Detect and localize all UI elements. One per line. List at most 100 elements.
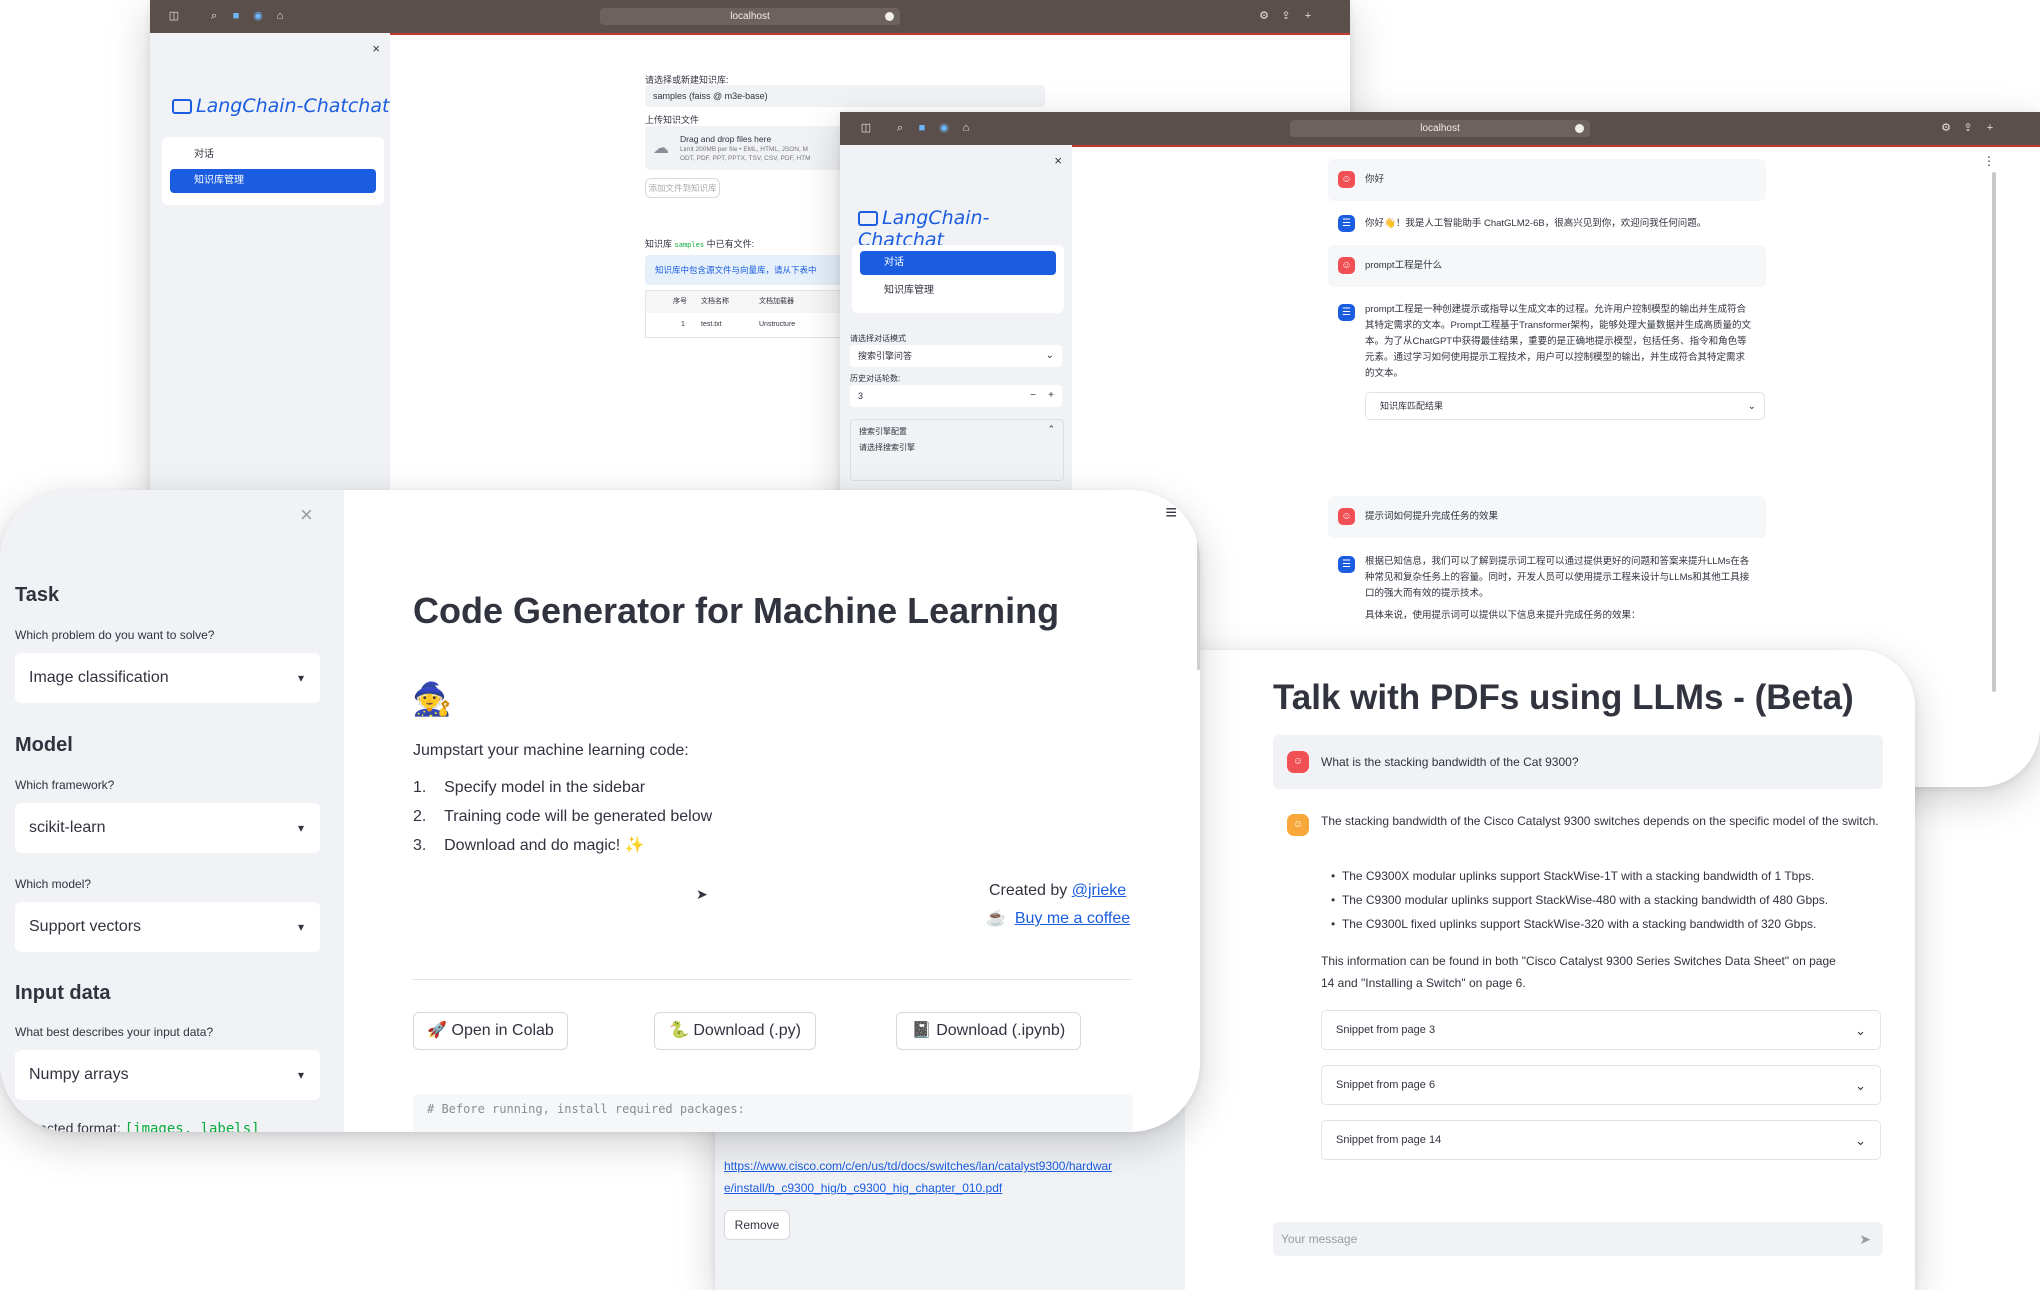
- snippet-expander[interactable]: Snippet from page 14 ⌄: [1321, 1120, 1881, 1160]
- bullet-item: • The C9300 modular uplinks support Stac…: [1321, 893, 1829, 907]
- message-line: 种常见和复杂任务上的容量。同时，开发人员可以使用提示工程来设计与LLMs和其他工…: [1365, 572, 1750, 583]
- author-link[interactable]: @jrieke: [1072, 882, 1126, 899]
- source-link-line1[interactable]: https://www.cisco.com/c/en/us/td/docs/sw…: [724, 1155, 1112, 1177]
- close-icon[interactable]: ×: [372, 41, 380, 56]
- message-line: prompt工程是一种创建提示或指导以生成文本的过程。允许用户控制模型的输出并生…: [1365, 304, 1747, 315]
- extension-icon[interactable]: ■: [916, 122, 928, 134]
- reload-icon[interactable]: [1575, 124, 1584, 133]
- plus-icon[interactable]: +: [1048, 385, 1054, 407]
- chat-message-bot: ☰ prompt工程是一种创建提示或指导以生成文本的过程。允许用户控制模型的输出…: [1328, 292, 1766, 462]
- main-panel: Talk with PDFs using LLMs - (Beta) ☺ Wha…: [1185, 650, 1915, 1290]
- nav-item-chat[interactable]: 对话: [860, 251, 1056, 275]
- menu-icon[interactable]: ⋮: [1983, 154, 1995, 168]
- new-tab-icon[interactable]: +: [1984, 122, 1996, 134]
- answer-outro-line1: This information can be found in both "C…: [1321, 954, 1836, 968]
- download-ipynb-button[interactable]: 📓 Download (.ipynb): [896, 1012, 1081, 1050]
- browser-toolbar: ◫ ⌕ ■ ◉ ⌂ localhost ⚙ ⇪ +: [840, 112, 2040, 147]
- home-icon[interactable]: ⌂: [960, 122, 972, 134]
- input-heading: Input data: [15, 982, 111, 1004]
- user-avatar-icon: ☺: [1338, 508, 1355, 525]
- wizard-emoji: 🧙: [412, 681, 452, 717]
- snake-icon: 🐍: [669, 1022, 689, 1039]
- list-item: 3. Download and do magic! ✨: [413, 837, 645, 854]
- hamburger-menu-icon[interactable]: ≡: [1165, 502, 1177, 525]
- reload-icon[interactable]: [885, 12, 894, 21]
- source-link[interactable]: https://www.cisco.com/c/en/us/td/docs/sw…: [724, 1155, 1112, 1199]
- chevron-down-icon: ⌄: [1855, 1133, 1866, 1148]
- task-heading: Task: [15, 584, 60, 606]
- chat-logo-icon: [172, 99, 192, 114]
- main-panel: ≡ Code Generator for Machine Learning 🧙 …: [344, 490, 1200, 1132]
- codegen-window: × Task Which problem do you want to solv…: [0, 490, 1200, 1132]
- message-text: prompt工程是什么: [1365, 260, 1443, 271]
- nav-item-knowledge[interactable]: 知识库管理: [170, 169, 376, 193]
- browser-toolbar: ◫ ⌕ ■ ◉ ⌂ localhost ⚙ ⇪ +: [150, 0, 1350, 35]
- extension-icon[interactable]: ■: [230, 10, 242, 22]
- minus-icon[interactable]: −: [1030, 385, 1036, 407]
- message-input[interactable]: Your message ➤: [1273, 1222, 1883, 1256]
- eye-icon[interactable]: ◉: [252, 10, 264, 22]
- message-line: 元素。通过学习如何使用提示工程技术，用户可以控制模型的输出，并生成符合其特定需求: [1365, 352, 1746, 363]
- chevron-down-icon: ▾: [297, 671, 304, 685]
- model-help: Which model?: [15, 877, 92, 891]
- add-to-kb-button[interactable]: 添加文件到知识库: [645, 178, 720, 198]
- download-py-button[interactable]: 🐍 Download (.py): [654, 1012, 816, 1050]
- close-icon[interactable]: ×: [300, 502, 313, 528]
- open-colab-button[interactable]: 🚀 Open in Colab: [413, 1012, 568, 1050]
- header-index: 序号: [673, 298, 687, 305]
- chat-message-user: ☺ 你好: [1328, 159, 1766, 201]
- snippet-expander[interactable]: Snippet from page 6 ⌄: [1321, 1065, 1881, 1105]
- search-icon[interactable]: ⌕: [208, 10, 220, 22]
- kb-select[interactable]: samples (faiss @ m3e-base): [645, 85, 1045, 107]
- mode-select[interactable]: 搜索引擎问答 ⌄: [850, 345, 1062, 367]
- remove-button[interactable]: Remove: [724, 1210, 790, 1240]
- source-link-line2[interactable]: e/install/b_c9300_hig/b_c9300_hig_chapte…: [724, 1177, 1112, 1199]
- message-line: 根据已知信息，我们可以了解到提示词工程可以通过提供更好的问题和答案来提升LLMs…: [1365, 556, 1750, 567]
- credit-line: Created by @jrieke: [989, 882, 1127, 899]
- model-select[interactable]: Support vectors ▾: [15, 902, 320, 952]
- cell-index: 1: [681, 321, 685, 328]
- send-icon[interactable]: ➤: [1859, 1222, 1871, 1256]
- scrollbar[interactable]: [1197, 520, 1200, 670]
- chevron-down-icon: ▾: [297, 1068, 304, 1082]
- url-bar[interactable]: localhost: [1290, 120, 1590, 137]
- sidebar: × LangChain-Chatchat 对话 知识库管理: [150, 33, 390, 520]
- user-avatar-icon: ☺: [1338, 171, 1355, 188]
- new-tab-icon[interactable]: +: [1302, 10, 1314, 22]
- close-icon[interactable]: ×: [1054, 153, 1062, 168]
- cell-loader: Unstructure: [759, 321, 796, 328]
- search-config-expander[interactable]: 搜索引擎配置 ⌃ 请选择搜索引擎: [850, 419, 1064, 481]
- history-label: 历史对话轮数:: [850, 374, 901, 383]
- sidebar-icon[interactable]: ◫: [860, 122, 872, 134]
- framework-select[interactable]: scikit-learn ▾: [15, 803, 320, 853]
- page-title: Talk with PDFs using LLMs - (Beta): [1273, 678, 1854, 717]
- cell-name: test.txt: [701, 321, 722, 328]
- drop-title: Drag and drop files here: [680, 134, 772, 144]
- eye-icon[interactable]: ◉: [938, 122, 950, 134]
- settings-icon[interactable]: ⚙: [1940, 122, 1952, 134]
- snippet-expander[interactable]: Snippet from page 3 ⌄: [1321, 1010, 1881, 1050]
- home-icon[interactable]: ⌂: [274, 10, 286, 22]
- search-icon[interactable]: ⌕: [894, 122, 906, 134]
- answer-outro-line2: 14 and "Installing a Switch" on page 6.: [1321, 976, 1526, 990]
- kb-match-expander[interactable]: 知识库匹配结果 ⌄: [1365, 392, 1765, 420]
- sidebar-icon[interactable]: ◫: [168, 10, 180, 22]
- task-select[interactable]: Image classification ▾: [15, 653, 320, 703]
- bot-avatar-icon: ☰: [1338, 304, 1355, 321]
- share-icon[interactable]: ⇪: [1280, 10, 1292, 22]
- scrollbar[interactable]: [1992, 172, 1996, 692]
- nav-item-chat[interactable]: 对话: [170, 143, 376, 167]
- bullet-item: • The C9300L fixed uplinks support Stack…: [1321, 917, 1817, 931]
- chat-logo-icon: [858, 211, 878, 226]
- coffee-icon: ☕: [986, 910, 1006, 927]
- chevron-down-icon: ⌄: [1855, 1023, 1866, 1038]
- share-icon[interactable]: ⇪: [1962, 122, 1974, 134]
- nav-item-knowledge[interactable]: 知识库管理: [860, 279, 1056, 303]
- settings-icon[interactable]: ⚙: [1258, 10, 1270, 22]
- buy-coffee-link[interactable]: Buy me a coffee: [1015, 910, 1130, 927]
- message-text: 你好: [1365, 174, 1385, 185]
- url-bar[interactable]: localhost: [600, 8, 900, 25]
- expected-format: Expected format: [images, labels]: [15, 1120, 260, 1132]
- history-stepper[interactable]: 3− +: [850, 385, 1062, 407]
- input-select[interactable]: Numpy arrays ▾: [15, 1050, 320, 1100]
